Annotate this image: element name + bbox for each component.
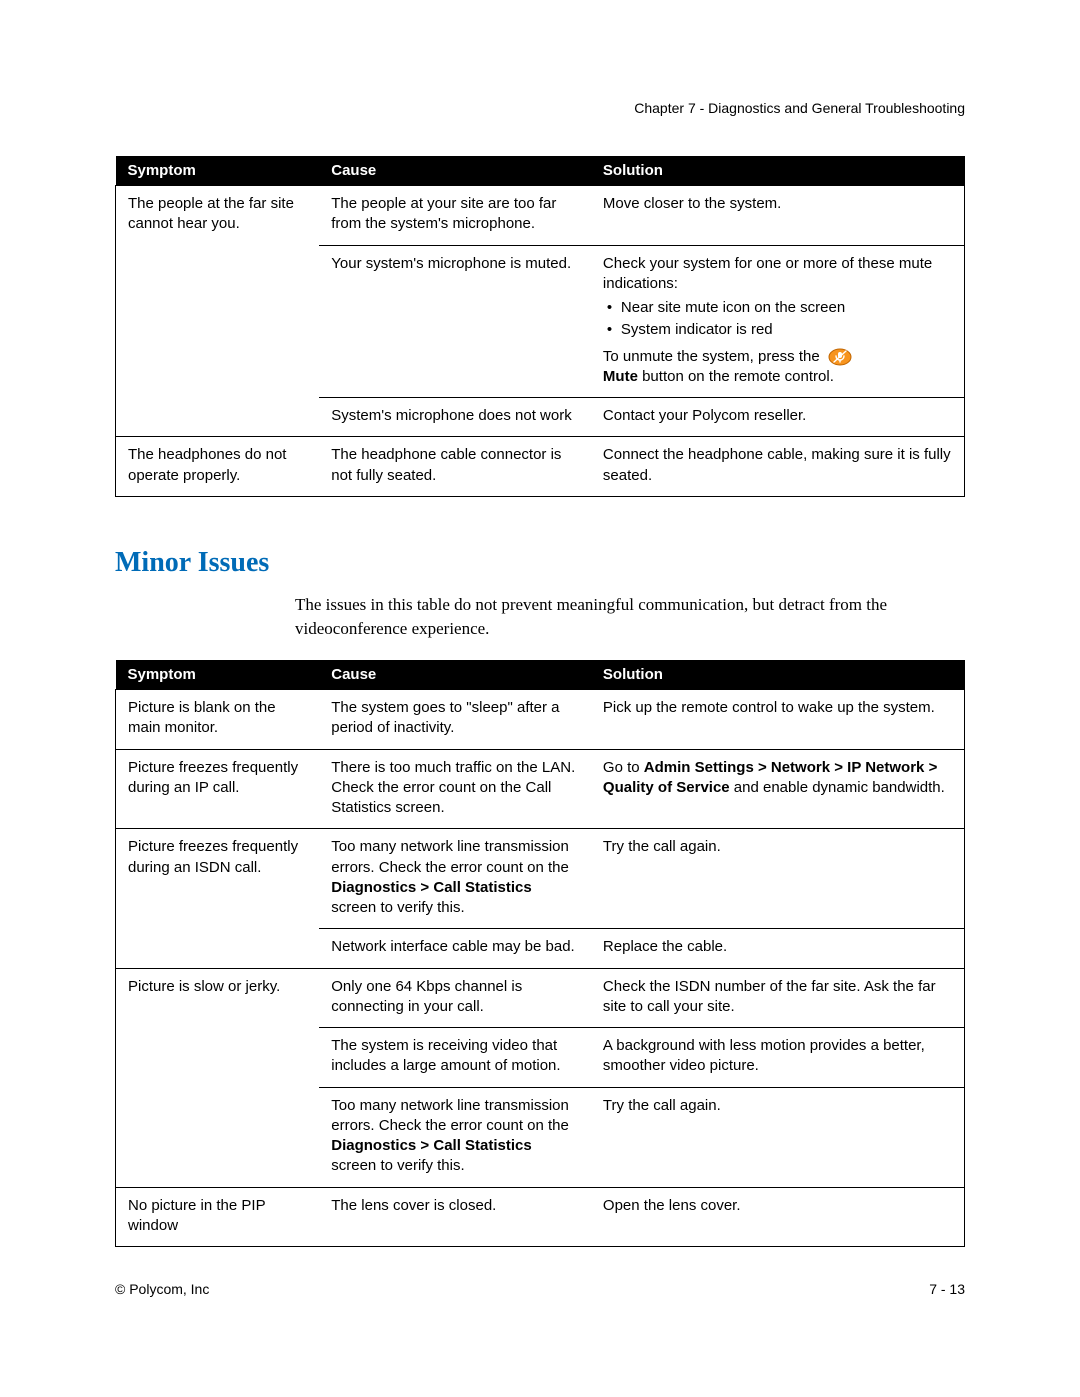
cause-pre: Too many network line transmission error…	[331, 1097, 569, 1134]
solution-cell: Pick up the remote control to wake up th…	[591, 690, 965, 750]
solution-cell: A background with less motion provides a…	[591, 1028, 965, 1088]
solution-cell: Go to Admin Settings > Network > IP Netw…	[591, 749, 965, 829]
solution-bullets: Near site mute icon on the screen System…	[603, 298, 952, 341]
solution-cell: Check the ISDN number of the far site. A…	[591, 968, 965, 1028]
solution-cell: Move closer to the system.	[591, 186, 965, 246]
col-solution: Solution	[591, 660, 965, 690]
symptom-cell: Picture is blank on the main monitor.	[116, 690, 320, 750]
col-symptom: Symptom	[116, 156, 320, 186]
cause-cell: Only one 64 Kbps channel is connecting i…	[319, 968, 591, 1028]
list-item: Near site mute icon on the screen	[621, 298, 952, 318]
table-row: The people at the far site cannot hear y…	[116, 186, 965, 246]
cause-cell: There is too much traffic on the LAN. Ch…	[319, 749, 591, 829]
footer-right: 7 - 13	[929, 1281, 965, 1297]
section-intro: The issues in this table do not prevent …	[295, 593, 965, 642]
symptom-cell: No picture in the PIP window	[116, 1187, 320, 1247]
section-title-minor-issues: Minor Issues	[115, 547, 965, 579]
troubleshoot-table-2: Symptom Cause Solution Picture is blank …	[115, 660, 965, 1247]
solution-cell: Try the call again.	[591, 829, 965, 929]
cause-cell: Too many network line transmission error…	[319, 1087, 591, 1187]
table-row: Picture freezes frequently during an IP …	[116, 749, 965, 829]
page-footer: © Polycom, Inc 7 - 13	[115, 1281, 965, 1297]
solution-cell: Open the lens cover.	[591, 1187, 965, 1247]
cause-bold: Diagnostics > Call Statistics	[331, 879, 532, 896]
solution-outro-bold: Mute	[603, 368, 638, 385]
cause-cell: The people at your site are too far from…	[319, 186, 591, 246]
cause-cell: Too many network line transmission error…	[319, 829, 591, 929]
solution-cell: Check your system for one or more of the…	[591, 245, 965, 398]
col-symptom: Symptom	[116, 660, 320, 690]
cause-cell: The system goes to "sleep" after a perio…	[319, 690, 591, 750]
cause-post: screen to verify this.	[331, 899, 464, 916]
solution-post: and enable dynamic bandwidth.	[730, 779, 945, 796]
chapter-header: Chapter 7 - Diagnostics and General Trou…	[115, 100, 965, 116]
table-header-row: Symptom Cause Solution	[116, 660, 965, 690]
table-row: Picture is blank on the main monitor. Th…	[116, 690, 965, 750]
solution-outro-post: button on the remote control.	[638, 368, 834, 385]
symptom-cell: Picture is slow or jerky.	[116, 968, 320, 1187]
footer-left: © Polycom, Inc	[115, 1281, 209, 1297]
cause-cell: Network interface cable may be bad.	[319, 929, 591, 968]
table-row: Picture freezes frequently during an ISD…	[116, 829, 965, 929]
col-cause: Cause	[319, 660, 591, 690]
solution-cell: Connect the headphone cable, making sure…	[591, 437, 965, 497]
cause-bold: Diagnostics > Call Statistics	[331, 1137, 532, 1154]
table-row: Picture is slow or jerky. Only one 64 Kb…	[116, 968, 965, 1028]
solution-cell: Contact your Polycom reseller.	[591, 398, 965, 437]
symptom-cell: Picture freezes frequently during an IP …	[116, 749, 320, 829]
solution-outro: To unmute the system, press the	[603, 348, 852, 385]
symptom-cell: Picture freezes frequently during an ISD…	[116, 829, 320, 968]
table-row: The headphones do not operate properly. …	[116, 437, 965, 497]
cause-cell: Your system's microphone is muted.	[319, 245, 591, 398]
cause-cell: The lens cover is closed.	[319, 1187, 591, 1247]
list-item: System indicator is red	[621, 320, 952, 340]
symptom-cell: The people at the far site cannot hear y…	[116, 186, 320, 437]
col-cause: Cause	[319, 156, 591, 186]
symptom-cell: The headphones do not operate properly.	[116, 437, 320, 497]
cause-cell: The headphone cable connector is not ful…	[319, 437, 591, 497]
table-row: No picture in the PIP window The lens co…	[116, 1187, 965, 1247]
solution-pre: Go to	[603, 759, 644, 776]
troubleshoot-table-1: Symptom Cause Solution The people at the…	[115, 156, 965, 497]
solution-cell: Replace the cable.	[591, 929, 965, 968]
cause-cell: The system is receiving video that inclu…	[319, 1028, 591, 1088]
cause-cell: System's microphone does not work	[319, 398, 591, 437]
solution-intro: Check your system for one or more of the…	[603, 255, 932, 292]
table-header-row: Symptom Cause Solution	[116, 156, 965, 186]
solution-outro-pre: To unmute the system, press the	[603, 348, 824, 365]
mute-icon	[828, 348, 852, 366]
cause-post: screen to verify this.	[331, 1157, 464, 1174]
document-page: Chapter 7 - Diagnostics and General Trou…	[0, 0, 1080, 1397]
cause-pre: Too many network line transmission error…	[331, 838, 569, 875]
col-solution: Solution	[591, 156, 965, 186]
solution-cell: Try the call again.	[591, 1087, 965, 1187]
